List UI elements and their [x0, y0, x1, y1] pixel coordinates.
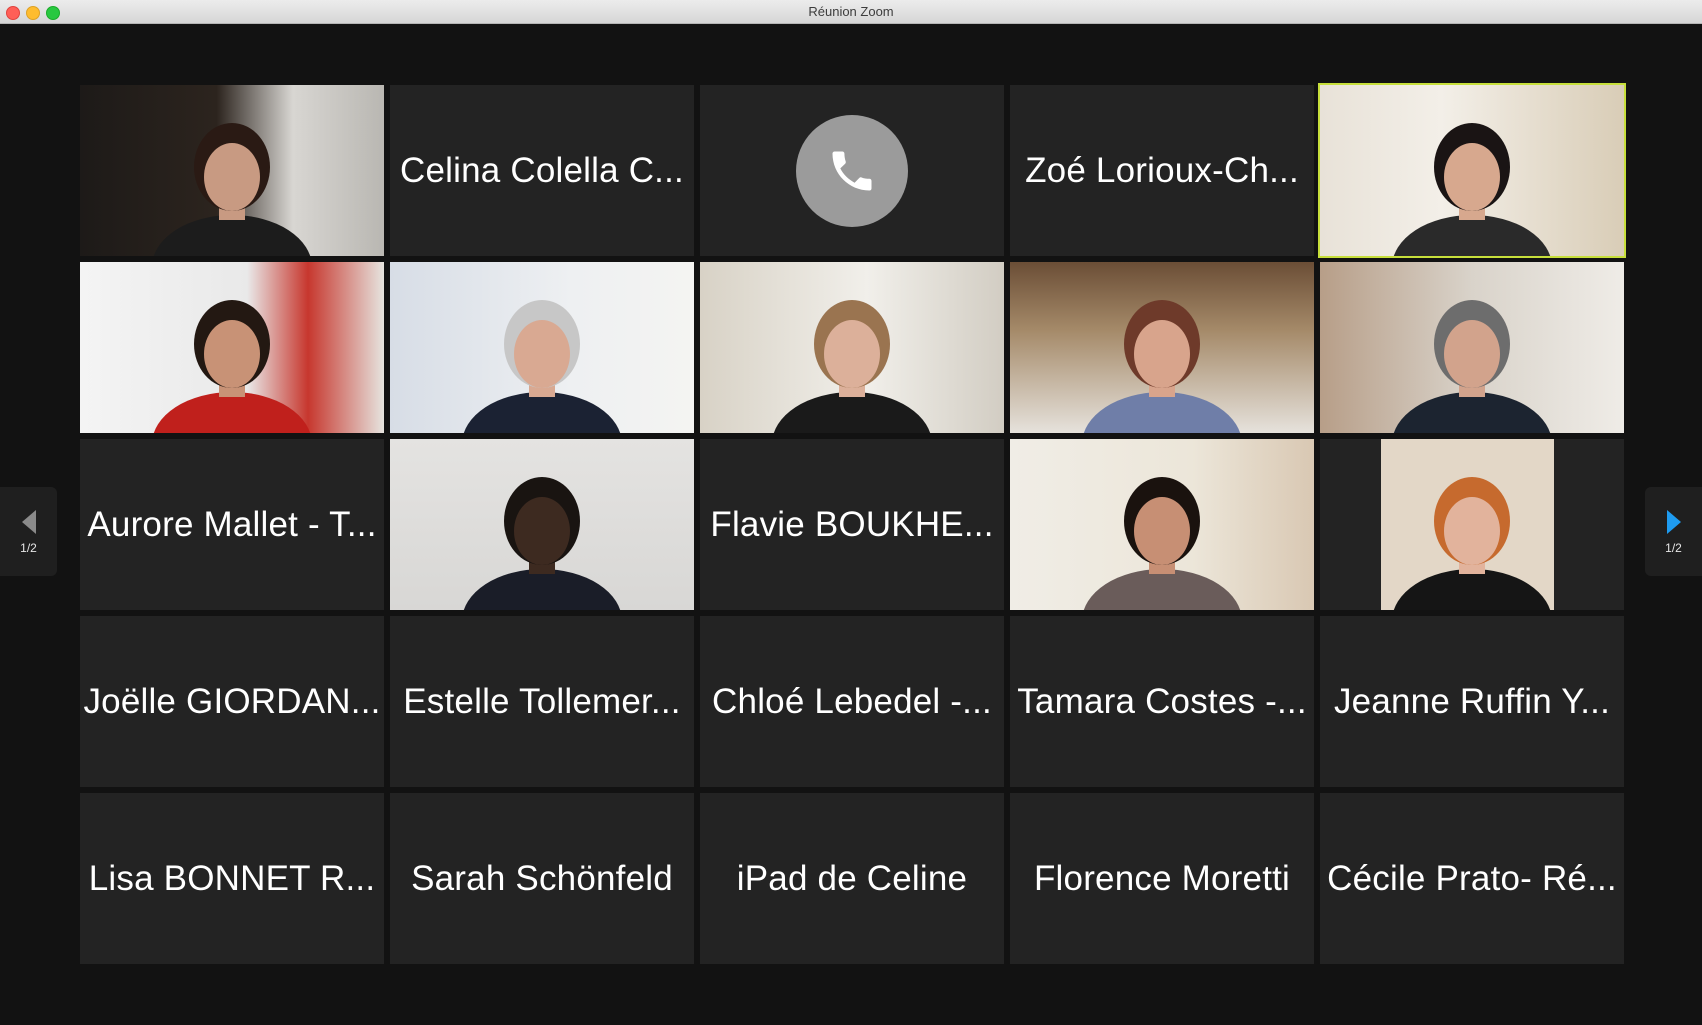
participant-silhouette [1083, 477, 1241, 610]
next-page-button[interactable]: 1/2 [1645, 487, 1702, 576]
participant-name: Zoé Lorioux-Ch... [1025, 150, 1299, 190]
participant-silhouette [1393, 477, 1551, 610]
participant-name-tile[interactable]: iPad de Celine [700, 793, 1004, 964]
participant-video [1320, 85, 1624, 256]
participant-silhouette [153, 300, 311, 433]
participant-video-tile[interactable] [1320, 262, 1624, 433]
participant-name: Celina Colella C... [400, 150, 684, 190]
participant-video-tile[interactable] [1320, 439, 1624, 610]
participant-name-tile[interactable]: Flavie BOUKHE... [700, 439, 1004, 610]
participant-video-tile[interactable] [1010, 262, 1314, 433]
participant-silhouette [153, 123, 311, 256]
participant-name-tile[interactable]: Jeanne Ruffin Y... [1320, 616, 1624, 787]
participant-name: Estelle Tollemer... [403, 681, 681, 721]
participant-name: Joëlle GIORDAN... [83, 681, 381, 721]
participant-video [1010, 262, 1314, 433]
participant-name-tile[interactable]: Sarah Schönfeld [390, 793, 694, 964]
participant-video [390, 262, 694, 433]
phone-icon [832, 151, 872, 190]
gallery-view: Celina Colella C... Zoé Lorioux-Ch... Auro… [80, 83, 1626, 964]
participant-name: iPad de Celine [736, 858, 968, 898]
participant-name: Chloé Lebedel -... [712, 681, 992, 721]
phone-avatar [796, 114, 908, 227]
participant-name: Cécile Prato- Ré... [1327, 858, 1617, 898]
participant-video [1320, 262, 1624, 433]
participant-video [390, 439, 694, 610]
participant-name: Flavie BOUKHE... [710, 504, 994, 544]
participant-name-tile[interactable]: Estelle Tollemer... [390, 616, 694, 787]
participant-video [1320, 439, 1624, 610]
participant-video-tile[interactable] [1318, 83, 1626, 258]
participant-name-tile[interactable]: Celina Colella C... [390, 85, 694, 256]
participant-video-tile[interactable] [80, 85, 384, 256]
participant-name: Sarah Schönfeld [411, 858, 673, 898]
participant-silhouette [463, 300, 621, 433]
participant-name-tile[interactable]: Zoé Lorioux-Ch... [1010, 85, 1314, 256]
participant-video [700, 262, 1004, 433]
participant-name-tile[interactable]: Florence Moretti [1010, 793, 1314, 964]
previous-page-indicator: 1/2 [20, 540, 37, 555]
participant-video-tile[interactable] [1010, 439, 1314, 610]
participant-video [80, 85, 384, 256]
participant-silhouette [1393, 300, 1551, 433]
participant-video [1010, 439, 1314, 610]
participant-silhouette [773, 300, 931, 433]
chevron-left-icon [21, 509, 36, 534]
previous-page-button[interactable]: 1/2 [0, 487, 57, 576]
participant-name: Aurore Mallet - T... [87, 504, 377, 544]
participant-name: Jeanne Ruffin Y... [1333, 681, 1611, 721]
participant-video-tile[interactable] [700, 262, 1004, 433]
participant-video-tile[interactable] [390, 262, 694, 433]
participant-video-tile[interactable] [80, 262, 384, 433]
participant-name-tile[interactable]: Cécile Prato- Ré... [1320, 793, 1624, 964]
next-page-indicator: 1/2 [1665, 540, 1682, 555]
participant-video [80, 262, 384, 433]
participant-name-tile[interactable]: Lisa BONNET R... [80, 793, 384, 964]
window-titlebar: Réunion Zoom [0, 0, 1702, 24]
chevron-right-icon [1666, 509, 1681, 534]
participant-name: Lisa BONNET R... [88, 858, 376, 898]
phone-participant-tile[interactable] [700, 85, 1004, 256]
participant-silhouette [1083, 300, 1241, 433]
participant-silhouette [1393, 123, 1551, 256]
participant-silhouette [463, 477, 621, 610]
participant-name-tile[interactable]: Chloé Lebedel -... [700, 616, 1004, 787]
participant-name-tile[interactable]: Tamara Costes -... [1010, 616, 1314, 787]
window-title: Réunion Zoom [808, 4, 894, 19]
participant-name: Tamara Costes -... [1017, 681, 1307, 721]
participant-name-tile[interactable]: Joëlle GIORDAN... [80, 616, 384, 787]
participant-name-tile[interactable]: Aurore Mallet - T... [80, 439, 384, 610]
participant-name: Florence Moretti [1033, 858, 1291, 898]
participant-video-tile[interactable] [390, 439, 694, 610]
